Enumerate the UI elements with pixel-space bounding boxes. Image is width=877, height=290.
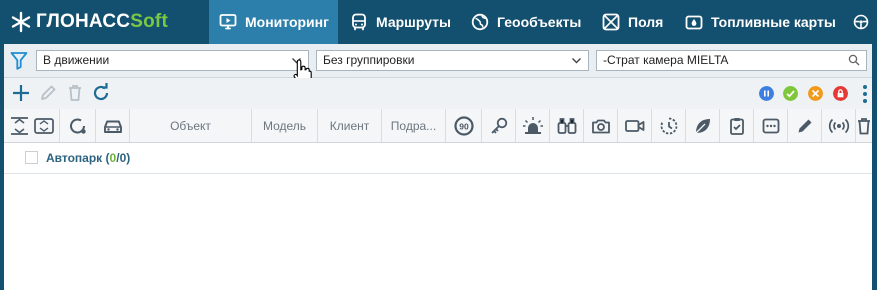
tab-fuel-cards[interactable]: Топливные карты	[675, 0, 843, 44]
client-column[interactable]: Клиент	[318, 109, 382, 142]
tab-routes[interactable]: Маршруты	[340, 0, 461, 44]
more-vertical-icon[interactable]	[862, 84, 868, 104]
camera-icon	[591, 119, 610, 133]
status-column[interactable]	[60, 109, 96, 142]
speed-limit-icon: 90	[453, 115, 474, 136]
add-icon[interactable]	[11, 83, 31, 103]
field-icon	[602, 13, 620, 31]
column-label: Объект	[170, 118, 211, 133]
logo-text-main: ГЛОНАСС	[36, 11, 131, 32]
table-row[interactable]: Автопарк (0/0)	[4, 143, 872, 174]
column-label: Подра...	[390, 118, 437, 133]
leaf-icon	[695, 118, 710, 133]
refresh-icon[interactable]	[91, 83, 111, 103]
steering-wheel-icon	[853, 14, 869, 30]
photo-column[interactable]	[584, 109, 618, 142]
history-clock-icon	[660, 117, 677, 134]
tab-label: Поля	[628, 14, 664, 30]
tab-geoobjects[interactable]: Геообъекты	[461, 0, 592, 44]
app-logo[interactable]: ГЛОНАСС Soft	[10, 9, 168, 35]
delete-icon[interactable]	[65, 83, 85, 103]
signal-column[interactable]	[822, 109, 856, 142]
tab-more[interactable]	[843, 0, 877, 44]
pause-status-filter-icon[interactable]	[759, 86, 774, 101]
group-name[interactable]: Автопарк (0/0)	[46, 151, 130, 165]
tab-fields[interactable]: Поля	[592, 0, 676, 44]
alarm-column[interactable]	[516, 109, 550, 142]
row-checkbox[interactable]	[25, 151, 38, 164]
column-label: Модель	[262, 118, 307, 133]
history-column[interactable]	[652, 109, 686, 142]
logo-text-accent: Soft	[130, 11, 168, 32]
ok-status-filter-icon[interactable]	[783, 86, 798, 101]
tracking-column[interactable]	[550, 109, 584, 142]
car-icon	[103, 120, 122, 133]
speed-badge-text: 90	[459, 121, 469, 131]
bus-icon	[352, 13, 366, 31]
eco-column[interactable]	[686, 109, 720, 142]
movement-state-value: В движении	[43, 53, 110, 67]
column-label: Клиент	[329, 118, 370, 133]
edit-column[interactable]	[788, 109, 822, 142]
tab-monitoring[interactable]: Мониторинг	[209, 0, 338, 44]
logo-star-icon	[11, 11, 31, 33]
ellipsis-box-icon	[762, 118, 779, 133]
delete-column[interactable]	[856, 109, 872, 142]
model-column[interactable]: Модель	[252, 109, 318, 142]
action-toolbar	[0, 78, 877, 110]
grouping-value: Без группировки	[323, 53, 415, 67]
ignition-column[interactable]	[482, 109, 516, 142]
tasks-column[interactable]	[720, 109, 754, 142]
division-column[interactable]: Подра...	[382, 109, 446, 142]
expand-collapse-icon	[10, 116, 54, 135]
filter-icon[interactable]	[10, 51, 28, 70]
vehicle-type-column[interactable]	[96, 109, 130, 142]
group-count-close: )	[126, 151, 131, 165]
chevron-down-icon	[572, 58, 581, 64]
search-icon[interactable]	[848, 54, 860, 66]
top-navigation-bar: ГЛОНАСС Soft Мониторинг Маршруты Геообъек…	[0, 0, 877, 44]
tools-status-filter-icon[interactable]	[808, 86, 823, 101]
object-search-input[interactable]: -Страт камера MIELTA	[596, 50, 867, 71]
expand-collapse-column[interactable]	[4, 109, 60, 142]
broadcast-signal-icon	[828, 118, 849, 133]
filter-bar: В движении Без группировки -Страт камера…	[0, 44, 877, 85]
tab-label: Геообъекты	[497, 14, 582, 30]
table-header: Объект Модель Клиент Подра... 90	[4, 109, 872, 143]
grouping-select[interactable]: Без группировки	[316, 50, 589, 71]
movement-state-select[interactable]: В движении	[36, 50, 309, 71]
edit-icon[interactable]	[38, 83, 58, 103]
trash-icon	[858, 117, 870, 134]
binoculars-icon	[557, 117, 576, 134]
pencil-icon	[798, 119, 811, 132]
monitor-icon	[219, 14, 237, 30]
tab-label: Маршруты	[376, 14, 451, 30]
group-title: Автопарк	[46, 151, 103, 165]
video-column[interactable]	[618, 109, 652, 142]
fuel-card-icon	[685, 15, 703, 30]
tab-label: Мониторинг	[245, 14, 329, 30]
globe-icon	[471, 13, 489, 31]
lock-status-filter-icon[interactable]	[833, 86, 848, 101]
alarm-light-icon	[522, 116, 543, 134]
right-frame-border	[872, 44, 877, 290]
connection-status-icon	[69, 117, 86, 134]
more-fields-column[interactable]	[754, 109, 788, 142]
speed-column[interactable]: 90	[446, 109, 482, 142]
clipboard-check-icon	[729, 117, 744, 135]
key-icon	[490, 117, 507, 134]
tab-label: Топливные карты	[711, 14, 836, 30]
video-camera-icon	[624, 119, 644, 132]
search-value: -Страт камера MIELTA	[603, 53, 729, 67]
left-frame-border	[0, 44, 4, 290]
object-column[interactable]: Объект	[130, 109, 252, 142]
